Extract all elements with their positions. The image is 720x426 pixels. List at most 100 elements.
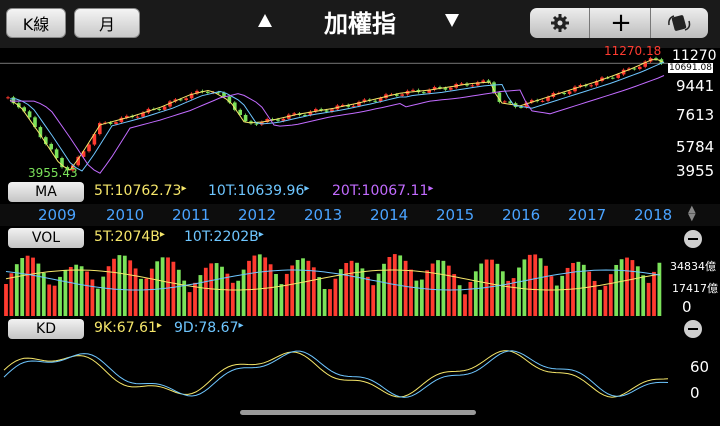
- volume-bar: [490, 259, 494, 316]
- price-axis-tick: 7613: [676, 106, 715, 124]
- volume-bar: [241, 269, 246, 316]
- candle-body: [616, 74, 620, 78]
- candle-body: [632, 68, 637, 70]
- volume-bar: [268, 264, 273, 316]
- volume-bar: [652, 271, 656, 316]
- candle-body: [638, 66, 642, 70]
- volume-bar: [171, 261, 176, 316]
- vol-axis-tick: 34834億: [670, 260, 716, 273]
- volume-bar: [117, 255, 122, 316]
- volume-bar: [625, 257, 629, 316]
- kd-indicator-tag[interactable]: KD: [8, 319, 84, 339]
- volume-bar: [90, 279, 95, 316]
- volume-bar: [198, 275, 203, 316]
- ma20-line: [10, 75, 665, 174]
- volume-bar: [225, 273, 230, 316]
- volume-bar: [317, 277, 322, 316]
- caret-right-icon: ▸: [428, 183, 434, 194]
- vol-indicator-tag[interactable]: VOL: [8, 228, 84, 248]
- volume-bar: [14, 264, 19, 316]
- volume-bar: [614, 264, 619, 316]
- scroll-updown-icon[interactable]: ▲ ▼: [688, 205, 698, 223]
- year-label: 2016: [502, 206, 541, 224]
- ma10-text: 10T:10639.96: [208, 183, 305, 199]
- candle-body: [470, 85, 475, 87]
- candle-body: [654, 58, 658, 60]
- candle-body: [611, 77, 615, 79]
- volume-bar: [371, 285, 376, 316]
- year-label: 2017: [568, 206, 607, 224]
- price-chart[interactable]: [0, 48, 720, 182]
- volume-bar: [565, 267, 570, 316]
- year-label: 2012: [238, 206, 277, 224]
- volume-bar: [446, 265, 451, 316]
- volume-bar: [63, 270, 68, 316]
- volume-bar: [301, 258, 305, 316]
- remove-vol-icon[interactable]: [684, 230, 702, 248]
- vol10-value: 10T:2202B▸: [184, 229, 264, 245]
- volume-bar: [549, 276, 554, 316]
- candle-body: [254, 123, 259, 125]
- volume-bar: [468, 282, 473, 316]
- price-low-label: 3955.43: [28, 166, 78, 180]
- kd-chart[interactable]: [0, 340, 720, 406]
- volume-bar: [279, 284, 284, 316]
- plus-icon[interactable]: +: [606, 9, 636, 37]
- volume-bar: [344, 262, 349, 316]
- volume-bar: [20, 258, 25, 316]
- volume-bar: [538, 258, 543, 316]
- period-button[interactable]: 月: [74, 8, 140, 38]
- candle-body: [400, 94, 404, 96]
- volume-bar: [252, 255, 257, 316]
- price-axis-tick: 3955: [676, 162, 715, 180]
- candle-body: [449, 87, 453, 90]
- volume-bar: [619, 259, 624, 316]
- volume-bar: [176, 269, 181, 316]
- volume-bar: [635, 266, 640, 316]
- rotate-icon[interactable]: [664, 13, 696, 33]
- volume-bar: [500, 271, 505, 316]
- volume-bar: [128, 260, 133, 316]
- caret-right-icon: ▸: [304, 183, 310, 194]
- volume-bar: [657, 262, 662, 316]
- candle-body: [243, 114, 248, 122]
- volume-bar: [355, 262, 359, 316]
- ma20-text: 20T:10067.11: [332, 183, 429, 199]
- volume-bar: [139, 278, 143, 316]
- ma10-line: [10, 61, 665, 172]
- candle-body: [443, 88, 448, 90]
- d-value: 9D:78.67▸: [174, 320, 244, 336]
- volume-chart[interactable]: [0, 250, 720, 318]
- vol-axis-tick: 0: [682, 298, 692, 316]
- volume-bar: [587, 271, 592, 316]
- volume-bar: [414, 280, 419, 316]
- volume-bar: [479, 263, 484, 316]
- next-stock-icon[interactable]: [445, 14, 459, 27]
- volume-bar: [193, 282, 197, 316]
- year-label: 2010: [106, 206, 145, 224]
- candle-body: [422, 92, 426, 94]
- candle-body: [162, 106, 167, 110]
- home-indicator: [240, 410, 476, 415]
- previous-stock-icon[interactable]: [258, 14, 272, 27]
- price-axis-tick: 5784: [676, 138, 715, 156]
- volume-bar: [187, 292, 192, 316]
- volume-bar: [41, 272, 46, 316]
- gear-icon[interactable]: [546, 12, 574, 34]
- vol5-text: 5T:2074B: [94, 229, 160, 245]
- volume-bar: [247, 260, 251, 316]
- year-label: 2014: [370, 206, 409, 224]
- remove-kd-icon[interactable]: [684, 320, 702, 338]
- volume-bar: [47, 284, 52, 316]
- segment-divider: [589, 8, 590, 38]
- price-axis-tick: 11270: [672, 48, 717, 64]
- volume-bar: [274, 274, 278, 316]
- volume-bar: [522, 259, 527, 316]
- year-label: 2011: [172, 206, 211, 224]
- volume-bar: [436, 260, 440, 316]
- ma-indicator-tag[interactable]: MA: [8, 182, 84, 202]
- chart-type-button[interactable]: K線: [6, 8, 66, 38]
- candle-body: [324, 110, 329, 112]
- volume-bar: [603, 285, 608, 316]
- volume-bar: [85, 271, 89, 316]
